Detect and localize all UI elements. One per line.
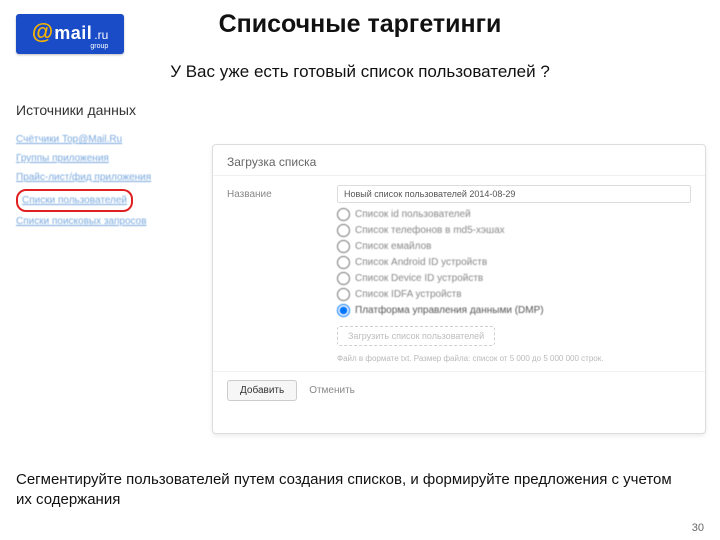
radio-option[interactable]: Список емайлов: [337, 240, 691, 253]
sidebar-item-label[interactable]: Списки пользователей: [22, 195, 127, 206]
list-name-input[interactable]: [337, 185, 691, 203]
section-heading: Источники данных: [16, 102, 136, 118]
upload-hint: Файл в формате txt. Размер файла: список…: [337, 354, 691, 363]
radio-option[interactable]: Список Device ID устройств: [337, 272, 691, 285]
panel-header: Загрузка списка: [213, 145, 705, 175]
page-number: 30: [692, 522, 704, 534]
add-button[interactable]: Добавить: [227, 380, 297, 401]
cancel-link[interactable]: Отменить: [309, 385, 355, 396]
radio-option[interactable]: Список IDFA устройств: [337, 288, 691, 301]
upload-file-button[interactable]: Загрузить список пользователей: [337, 326, 495, 346]
sidebar: Счётчики Top@Mail.Ru Группы приложения П…: [16, 130, 196, 231]
footer-caption: Сегментируйте пользователей путем создан…: [16, 470, 690, 511]
sidebar-item[interactable]: Счётчики Top@Mail.Ru: [16, 130, 196, 149]
upload-panel: Загрузка списка Название Список id польз…: [212, 144, 706, 434]
radio-option[interactable]: Список телефонов в md5-хэшах: [337, 224, 691, 237]
slide-title: Списочные таргетинги: [0, 10, 720, 39]
slide-subtitle: У Вас уже есть готовый список пользовате…: [0, 62, 720, 82]
radio-option[interactable]: Список Android ID устройств: [337, 256, 691, 269]
sidebar-item[interactable]: Прайс-лист/фид приложения: [16, 168, 196, 187]
sidebar-item[interactable]: Списки поисковых запросов: [16, 212, 196, 231]
sidebar-item-highlighted: Списки пользователей: [16, 189, 133, 212]
radio-option[interactable]: Список id пользователей: [337, 208, 691, 221]
list-type-radios: Список id пользователей Список телефонов…: [337, 208, 691, 317]
name-label: Название: [227, 189, 337, 200]
radio-option-selected[interactable]: Платформа управления данными (DMP): [337, 304, 691, 317]
sidebar-item[interactable]: Группы приложения: [16, 149, 196, 168]
